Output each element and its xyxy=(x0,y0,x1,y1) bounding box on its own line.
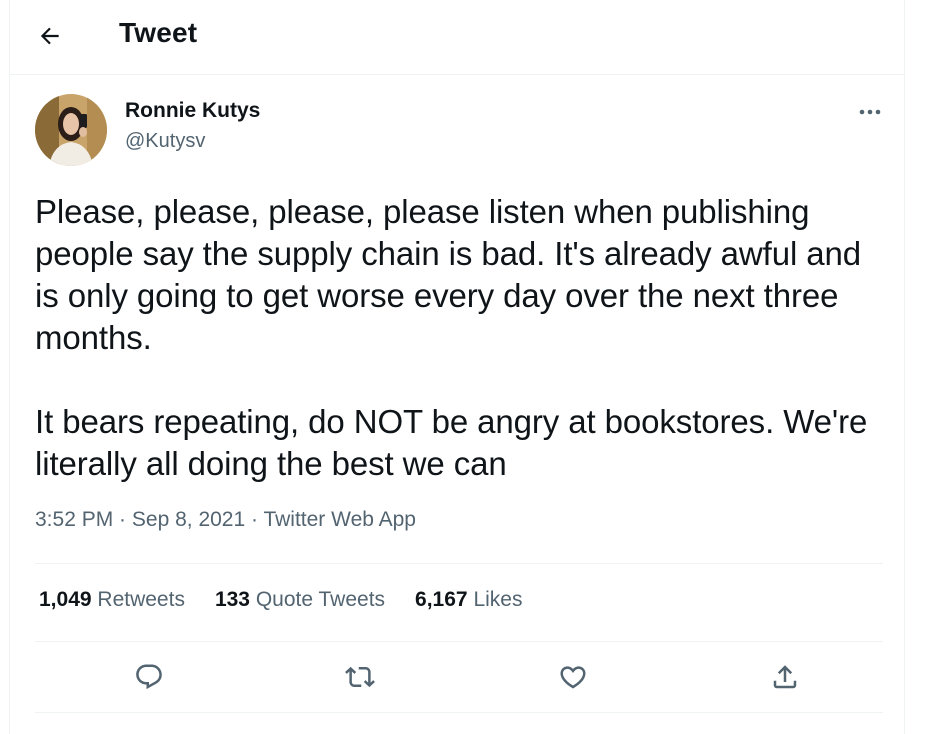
tweet-text: Please, please, please, please listen wh… xyxy=(35,193,868,482)
page-title: Tweet xyxy=(119,17,198,48)
header: Tweet xyxy=(10,0,904,75)
divider xyxy=(35,563,883,564)
more-options-button[interactable] xyxy=(853,98,887,126)
tweet-column: Tweet Ronnie Kutys @Kutysv Please, pleas… xyxy=(9,0,905,734)
reply-icon xyxy=(136,664,162,690)
retweets-stat[interactable]: 1,049 Retweets xyxy=(39,588,185,612)
share-button[interactable] xyxy=(763,655,807,699)
meta-separator: · xyxy=(245,508,264,531)
tweet-meta: 3:52 PM · Sep 8, 2021 · Twitter Web App xyxy=(35,508,416,532)
share-icon xyxy=(773,665,797,689)
arrow-left-icon xyxy=(40,27,59,45)
like-button[interactable] xyxy=(551,655,595,699)
more-dots-icon xyxy=(859,109,881,115)
like-icon xyxy=(560,666,586,689)
tweet-date[interactable]: Sep 8, 2021 xyxy=(132,508,245,531)
quote-tweets-count: 133 xyxy=(214,588,250,611)
tweet-time[interactable]: 3:52 PM xyxy=(35,508,113,531)
retweets-count: 1,049 xyxy=(39,588,92,611)
divider xyxy=(35,641,883,642)
author-name[interactable]: Ronnie Kutys xyxy=(125,99,260,123)
avatar-photo xyxy=(35,94,107,166)
meta-separator: · xyxy=(113,508,132,531)
likes-count: 6,167 xyxy=(415,588,468,611)
retweet-button[interactable] xyxy=(338,655,382,699)
divider xyxy=(35,712,883,713)
quote-tweets-stat[interactable]: 133 Quote Tweets xyxy=(215,588,385,612)
back-button[interactable] xyxy=(32,18,68,54)
likes-label: Likes xyxy=(473,588,523,611)
likes-stat[interactable]: 6,167 Likes xyxy=(415,588,522,612)
tweet-source[interactable]: Twitter Web App xyxy=(263,508,416,531)
retweet-icon xyxy=(345,666,375,688)
retweets-label: Retweets xyxy=(97,588,185,611)
reply-button[interactable] xyxy=(127,655,171,699)
avatar[interactable] xyxy=(35,94,107,166)
quote-tweets-label: Quote Tweets xyxy=(255,588,386,611)
tweet-stats: 1,049 Retweets 133 Quote Tweets 6,167 Li… xyxy=(39,588,522,612)
tweet-actions xyxy=(35,655,883,699)
author-handle[interactable]: @Kutysv xyxy=(125,130,205,153)
